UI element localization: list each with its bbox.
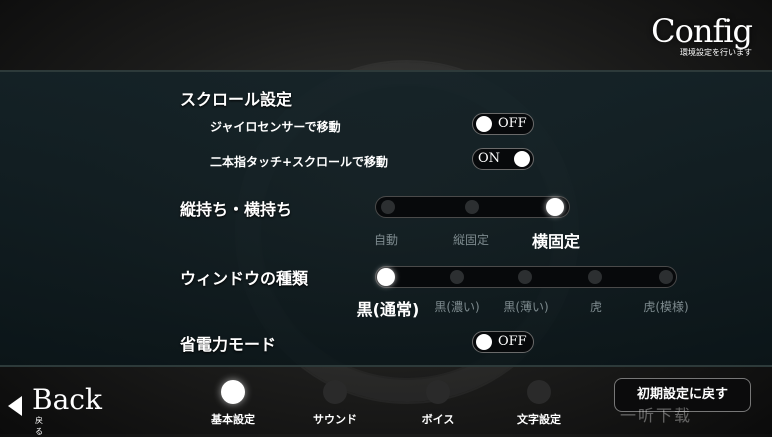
watermark: 一听下载 (620, 406, 693, 425)
tab-text-settings[interactable]: 文字設定 (499, 378, 579, 427)
tab-label: サウンド (313, 413, 357, 426)
window-stop-black-dark[interactable] (450, 270, 464, 284)
window-option-black-dark: 黒(濃い) (434, 300, 480, 314)
orientation-option-portrait: 縦固定 (452, 233, 490, 247)
orientation-stop-portrait[interactable] (465, 200, 479, 214)
window-option-black-normal: 黒(通常) (356, 300, 420, 319)
tab-indicator-icon (323, 380, 347, 404)
window-type-slider[interactable] (375, 266, 677, 288)
gyro-toggle[interactable]: OFF (472, 113, 534, 135)
window-option-tiger: 虎 (589, 300, 603, 314)
settings-panel: スクロール設定 ジャイロセンサーで移動 OFF 二本指タッチ+スクロールで移動 … (0, 70, 772, 367)
orientation-heading: 縦持ち・横持ち (180, 200, 293, 219)
back-arrow-icon (8, 396, 22, 416)
window-stop-black-normal[interactable] (377, 268, 395, 286)
tab-label: 文字設定 (517, 413, 561, 426)
power-saving-toggle[interactable]: OFF (472, 331, 534, 353)
orientation-option-auto: 自動 (373, 233, 399, 247)
two-finger-toggle-state: ON (478, 151, 501, 166)
scroll-settings-heading: スクロール設定 (180, 90, 293, 109)
tab-label: ボイス (421, 413, 455, 426)
power-saving-toggle-state: OFF (498, 334, 527, 349)
window-stop-black-light[interactable] (518, 270, 532, 284)
gyro-label: ジャイロセンサーで移動 (210, 120, 341, 134)
tab-label: 基本設定 (211, 413, 255, 426)
window-option-tiger-pattern: 虎(模様) (643, 300, 689, 314)
window-type-heading: ウィンドウの種類 (180, 269, 309, 288)
two-finger-toggle[interactable]: ON (472, 148, 534, 170)
toggle-knob (476, 116, 492, 132)
toggle-knob (514, 151, 530, 167)
tab-voice[interactable]: ボイス (398, 378, 478, 427)
orientation-slider[interactable] (375, 196, 570, 218)
power-saving-heading: 省電力モード (180, 335, 277, 354)
config-title: Config (651, 12, 753, 50)
orientation-stop-landscape[interactable] (546, 198, 564, 216)
toggle-knob (476, 334, 492, 350)
back-label: Back (32, 383, 102, 416)
gyro-toggle-state: OFF (498, 116, 527, 131)
tab-indicator-icon (426, 380, 450, 404)
tab-basic-settings[interactable]: 基本設定 (193, 378, 273, 427)
page-title: Config 環境設定を行います (651, 12, 753, 58)
tab-indicator-icon (221, 380, 245, 404)
window-option-black-light: 黒(薄い) (503, 300, 549, 314)
two-finger-label: 二本指タッチ+スクロールで移動 (210, 155, 389, 169)
tab-indicator-icon (527, 380, 551, 404)
orientation-stop-auto[interactable] (381, 200, 395, 214)
window-stop-tiger-pattern[interactable] (659, 270, 673, 284)
window-stop-tiger[interactable] (588, 270, 602, 284)
orientation-option-landscape: 横固定 (531, 232, 581, 251)
tab-sound[interactable]: サウンド (295, 378, 375, 427)
